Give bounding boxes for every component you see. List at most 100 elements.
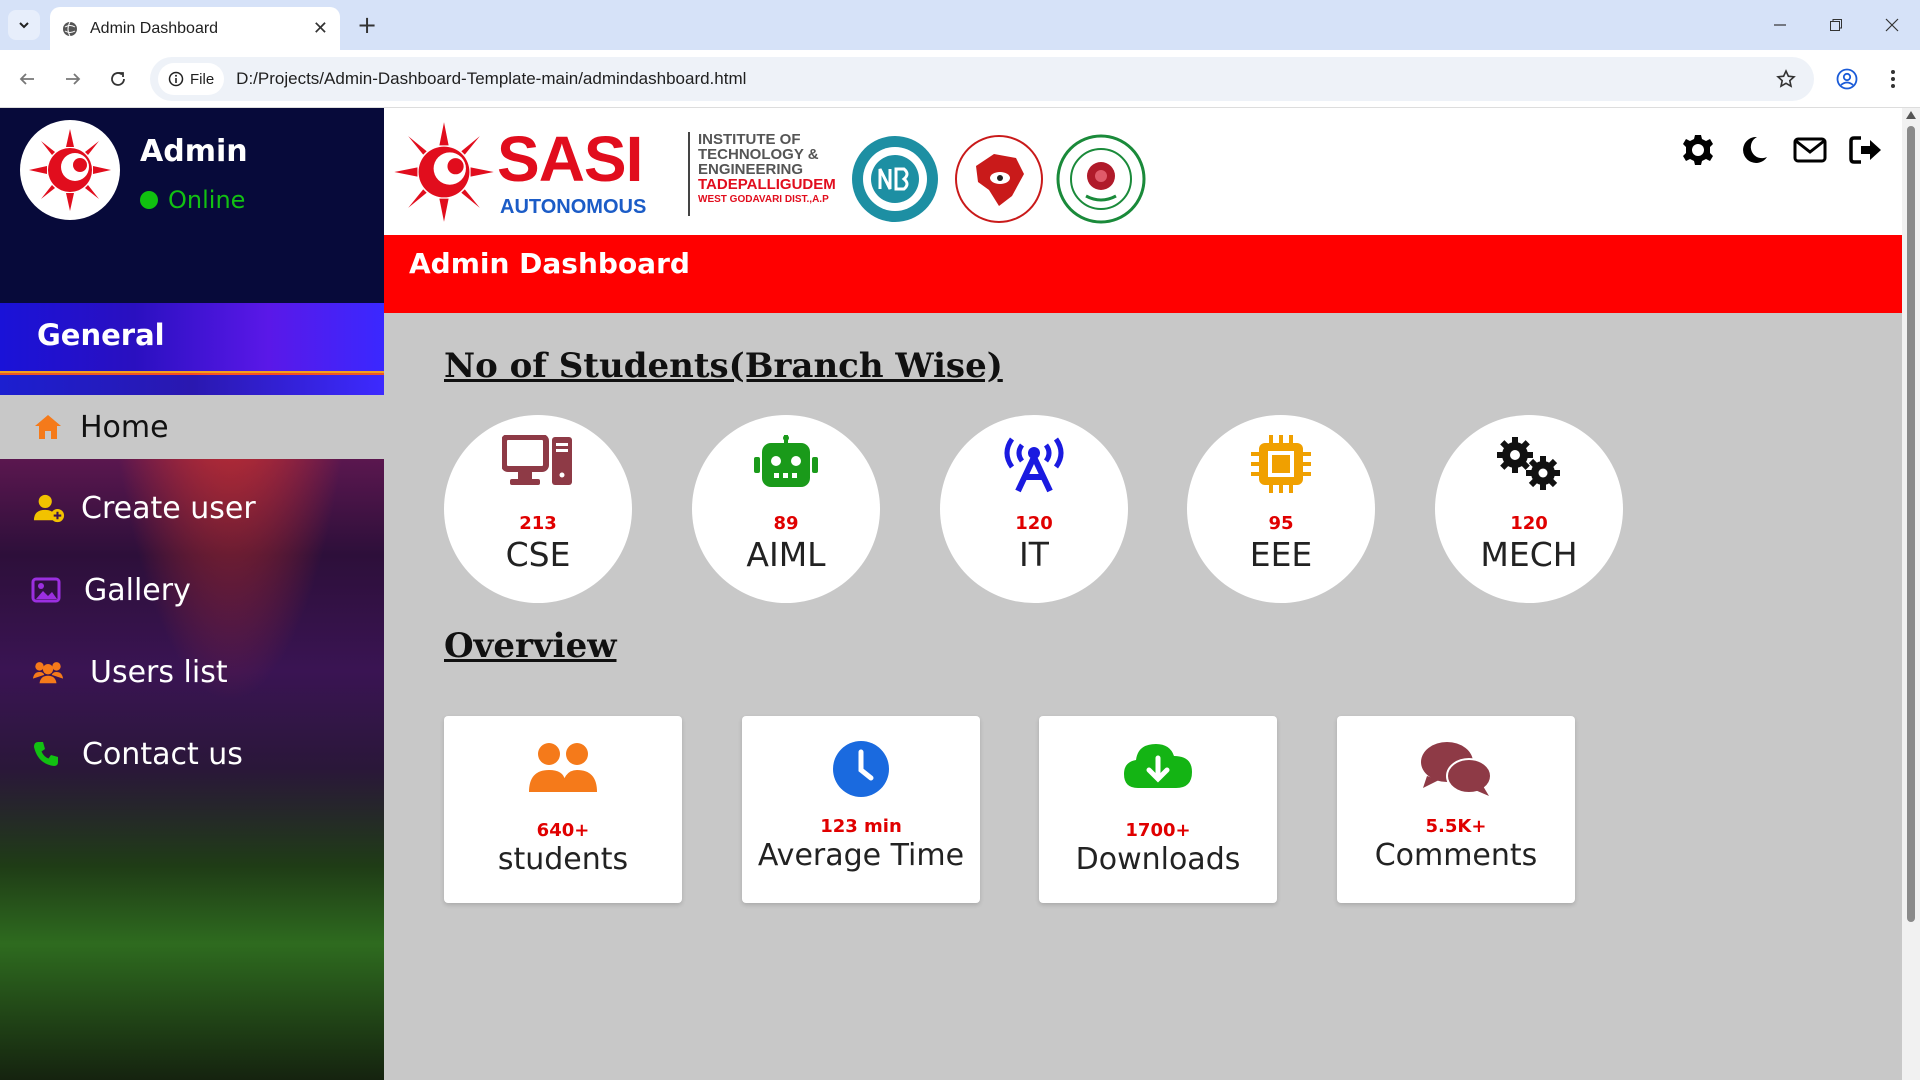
back-button[interactable] <box>12 64 42 94</box>
browser-tab[interactable]: Admin Dashboard ✕ <box>50 7 340 50</box>
jntuk-seal-icon <box>1056 134 1146 224</box>
overview-label: Downloads <box>1075 842 1241 877</box>
branch-count: 213 <box>519 513 557 534</box>
logo-title: SASI <box>497 123 643 195</box>
dark-mode-button[interactable] <box>1736 132 1772 168</box>
chevron-down-icon <box>19 22 29 29</box>
image-icon <box>30 574 62 606</box>
restore-button[interactable] <box>1808 0 1864 50</box>
tab-search-button[interactable] <box>8 10 40 40</box>
naac-seal-icon <box>955 135 1043 223</box>
forward-button[interactable] <box>58 64 88 94</box>
sidebar-item-label: Create user <box>81 490 256 526</box>
phone-icon <box>30 738 62 770</box>
close-icon <box>1885 18 1899 32</box>
sidebar-item-home[interactable]: Home <box>0 395 384 459</box>
institute-line: WEST GODAVARI DIST.,A.P <box>698 194 829 205</box>
page-scrollbar[interactable] <box>1902 108 1920 1080</box>
gear-icon <box>1683 135 1713 165</box>
dashboard-title-bar: Admin Dashboard <box>384 235 1902 313</box>
branch-count: 120 <box>1510 513 1548 534</box>
url-field[interactable]: File D:/Projects/Admin-Dashboard-Templat… <box>150 57 1814 101</box>
sidebar-item-create-user[interactable]: Create user <box>0 477 384 539</box>
header-actions <box>1680 132 1884 168</box>
sasi-emblem-icon <box>394 122 494 222</box>
sidebar-section-general: General <box>0 303 384 373</box>
settings-button[interactable] <box>1680 132 1716 168</box>
page-title: Admin Dashboard <box>409 247 690 280</box>
users-icon <box>32 656 64 688</box>
admin-name: Admin <box>140 134 248 169</box>
tab-close-icon[interactable]: ✕ <box>313 18 328 39</box>
branch-name: EEE <box>1249 535 1313 574</box>
branch-card-it[interactable]: 120 IT <box>940 415 1128 603</box>
sidebar-item-contact-us[interactable]: Contact us <box>0 723 384 785</box>
tower-broadcast-icon <box>1004 437 1064 493</box>
logo-divider <box>688 132 690 216</box>
new-tab-button[interactable]: + <box>352 10 382 40</box>
avatar <box>20 120 120 220</box>
browser-tab-bar: Admin Dashboard ✕ + <box>0 0 1920 50</box>
overview-card-students[interactable]: 640+ students <box>444 716 682 903</box>
scroll-up-arrow-icon[interactable] <box>1906 111 1916 119</box>
minimize-icon <box>1774 24 1786 26</box>
overview-card-average-time[interactable]: 123 min Average Time <box>742 716 980 903</box>
overview-value: 640+ <box>536 820 590 841</box>
sidebar-item-label: Users list <box>90 654 228 690</box>
sidebar-item-label: Gallery <box>84 572 191 608</box>
page-viewport: Admin Online General Home Create user Ga… <box>0 108 1920 1080</box>
main-content: SASI AUTONOMOUS INSTITUTE OF TECHNOLOGY … <box>384 108 1902 1080</box>
logout-button[interactable] <box>1848 132 1884 168</box>
close-window-button[interactable] <box>1864 0 1920 50</box>
gears-icon <box>1497 437 1560 490</box>
branch-name: AIML <box>746 535 826 574</box>
arrow-right-icon <box>66 73 81 85</box>
branch-card-eee[interactable]: 95 EEE <box>1187 415 1375 603</box>
home-icon <box>32 411 64 443</box>
robot-icon <box>754 435 818 487</box>
restore-icon <box>1830 19 1842 31</box>
online-dot-icon <box>140 191 158 209</box>
sidebar: Admin Online General Home Create user Ga… <box>0 108 384 1080</box>
reload-button[interactable] <box>103 64 133 94</box>
branch-card-aiml[interactable]: 89 AIML <box>692 415 880 603</box>
comments-icon <box>1421 742 1492 796</box>
scroll-thumb[interactable] <box>1907 126 1915 922</box>
institute-line: ENGINEERING <box>698 161 804 178</box>
desktop-icon <box>502 435 572 485</box>
branch-name: IT <box>1019 535 1049 574</box>
minimize-button[interactable] <box>1752 0 1808 50</box>
bookmark-star-icon[interactable] <box>1776 69 1796 89</box>
profile-button[interactable] <box>1832 64 1862 94</box>
sidebar-item-label: Home <box>80 409 169 445</box>
sidebar-item-gallery[interactable]: Gallery <box>0 559 384 621</box>
sidebar-section-divider <box>0 375 384 395</box>
logo-subtitle: AUTONOMOUS <box>500 196 647 218</box>
reload-icon <box>111 72 125 86</box>
branch-card-cse[interactable]: 213 CSE <box>444 415 632 603</box>
sidebar-item-users-list[interactable]: Users list <box>0 641 384 703</box>
more-vertical-icon <box>1891 70 1895 88</box>
microchip-icon <box>1251 435 1311 493</box>
cloud-download-icon <box>1124 744 1192 788</box>
page-header: SASI AUTONOMOUS INSTITUTE OF TECHNOLOGY … <box>384 108 1902 235</box>
overview-section-title: Overview <box>444 626 617 666</box>
branch-count: 89 <box>773 513 799 534</box>
institute-line: INSTITUTE OF <box>698 131 801 148</box>
overview-label: Comments <box>1374 838 1538 873</box>
overview-card-comments[interactable]: 5.5K+ Comments <box>1337 716 1575 903</box>
branch-card-mech[interactable]: 120 MECH <box>1435 415 1623 603</box>
moon-icon <box>1743 136 1767 163</box>
branch-count: 95 <box>1268 513 1294 534</box>
mail-button[interactable] <box>1792 132 1828 168</box>
branch-count: 120 <box>1015 513 1053 534</box>
institute-line: TECHNOLOGY & <box>698 146 819 163</box>
browser-menu-button[interactable] <box>1878 64 1908 94</box>
site-info-chip[interactable]: File <box>158 63 225 95</box>
tab-title: Admin Dashboard <box>90 19 219 37</box>
info-icon <box>168 71 184 87</box>
overview-label: students <box>497 842 629 877</box>
overview-card-downloads[interactable]: 1700+ Downloads <box>1039 716 1277 903</box>
profile-icon <box>1836 68 1858 90</box>
overview-value: 1700+ <box>1125 820 1191 841</box>
